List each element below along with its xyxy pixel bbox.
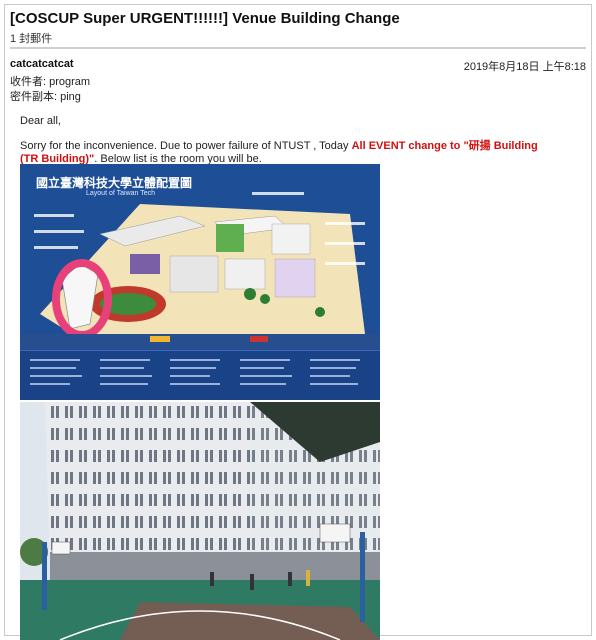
map-subtitle: Layout of Taiwan Tech xyxy=(86,190,156,197)
to-label: 收件者: xyxy=(10,76,47,88)
map-building xyxy=(224,258,266,290)
map-legend-drawing xyxy=(30,359,360,385)
photo-person xyxy=(210,572,214,586)
cc-value[interactable]: ping xyxy=(60,91,81,103)
to-value[interactable]: program xyxy=(49,76,90,88)
photo-person xyxy=(250,574,254,590)
email-subject: [COSCUP Super URGENT!!!!!!] Venue Buildi… xyxy=(10,10,400,27)
message-text-start: Sorry for the inconvenience. Due to powe… xyxy=(20,140,352,152)
map-annotation xyxy=(325,222,365,225)
photo-person xyxy=(306,570,310,586)
campus-map-image: 國立臺灣科技大學立體配置圖 Layout of Taiwan Tech xyxy=(20,164,380,400)
map-annotation xyxy=(34,246,78,249)
map-annotation xyxy=(252,192,304,195)
header-divider xyxy=(10,47,586,49)
map-tree xyxy=(244,288,256,300)
greeting-text: Dear all, xyxy=(20,115,61,127)
building-photo xyxy=(20,402,380,640)
map-building xyxy=(274,258,316,298)
cc-label: 密件副本: xyxy=(10,91,58,103)
map-street xyxy=(20,334,380,350)
map-green-field xyxy=(216,224,244,252)
photo-building-facade xyxy=(45,402,250,572)
photo-person xyxy=(288,572,292,586)
building-photo-drawing xyxy=(20,402,380,640)
map-bus xyxy=(150,336,170,342)
message-count: 1 封郵件 xyxy=(10,33,53,45)
photo-ground-floor xyxy=(50,552,380,580)
map-car xyxy=(250,336,268,342)
map-annotation xyxy=(34,214,74,217)
bcc-line: 密件副本: ping xyxy=(10,88,81,104)
message-date: 2019年8月18日 上午8:18 xyxy=(463,61,586,73)
recipient-line: 收件者: program xyxy=(10,73,90,89)
map-tree xyxy=(315,307,325,317)
photo-hoop-pole xyxy=(42,542,47,610)
map-annotation xyxy=(325,262,365,265)
map-legend xyxy=(20,350,380,400)
map-tree xyxy=(260,294,270,304)
map-title: 國立臺灣科技大學立體配置圖 xyxy=(36,176,193,190)
message-paragraph: Sorry for the inconvenience. Due to powe… xyxy=(20,140,540,166)
map-building xyxy=(169,255,219,293)
photo-hoop-board xyxy=(51,541,71,555)
map-annotation xyxy=(34,230,84,233)
photo-hoop-board xyxy=(319,523,351,543)
map-building xyxy=(271,223,311,255)
photo-hoop-pole xyxy=(360,532,365,622)
map-annotation xyxy=(325,242,365,245)
photo-court-paint xyxy=(120,602,380,640)
map-building xyxy=(130,254,160,274)
sender-name[interactable]: catcatcatcat xyxy=(10,58,74,70)
